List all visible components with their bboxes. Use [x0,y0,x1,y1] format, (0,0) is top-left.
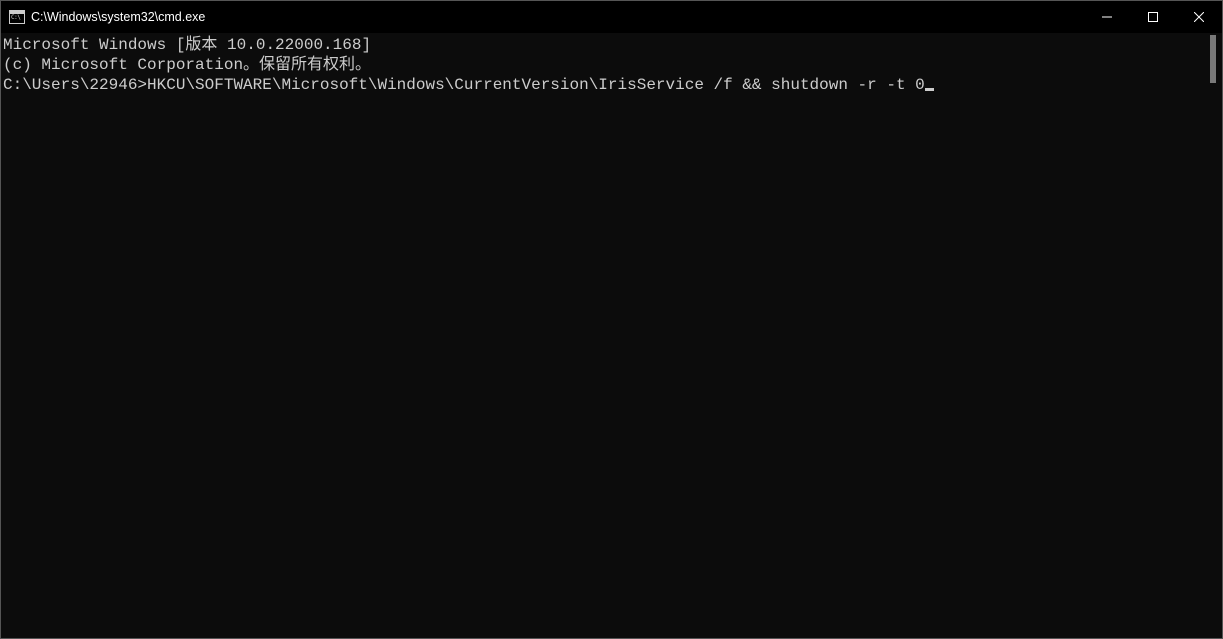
typed-command: HKCU\SOFTWARE\Microsoft\Windows\CurrentV… [147,76,925,94]
titlebar[interactable]: C:\Windows\system32\cmd.exe [1,1,1222,33]
minimize-icon [1102,12,1112,22]
terminal-area[interactable]: Microsoft Windows [版本 10.0.22000.168](c)… [1,33,1222,638]
text-cursor [925,88,934,91]
cmd-icon [9,9,25,25]
scrollbar-thumb[interactable] [1210,35,1216,83]
output-line: (c) Microsoft Corporation。保留所有权利。 [3,55,1222,75]
output-line: Microsoft Windows [版本 10.0.22000.168] [3,35,1222,55]
cmd-window: C:\Windows\system32\cmd.exe Microsoft Wi… [0,0,1223,639]
close-icon [1194,12,1204,22]
minimize-button[interactable] [1084,1,1130,33]
prompt-line: C:\Users\22946>HKCU\SOFTWARE\Microsoft\W… [3,75,1222,95]
maximize-button[interactable] [1130,1,1176,33]
window-title: C:\Windows\system32\cmd.exe [31,10,205,24]
maximize-icon [1148,12,1158,22]
terminal-output[interactable]: Microsoft Windows [版本 10.0.22000.168](c)… [1,33,1222,638]
vertical-scrollbar[interactable] [1206,33,1220,638]
prompt: C:\Users\22946> [3,76,147,94]
close-button[interactable] [1176,1,1222,33]
